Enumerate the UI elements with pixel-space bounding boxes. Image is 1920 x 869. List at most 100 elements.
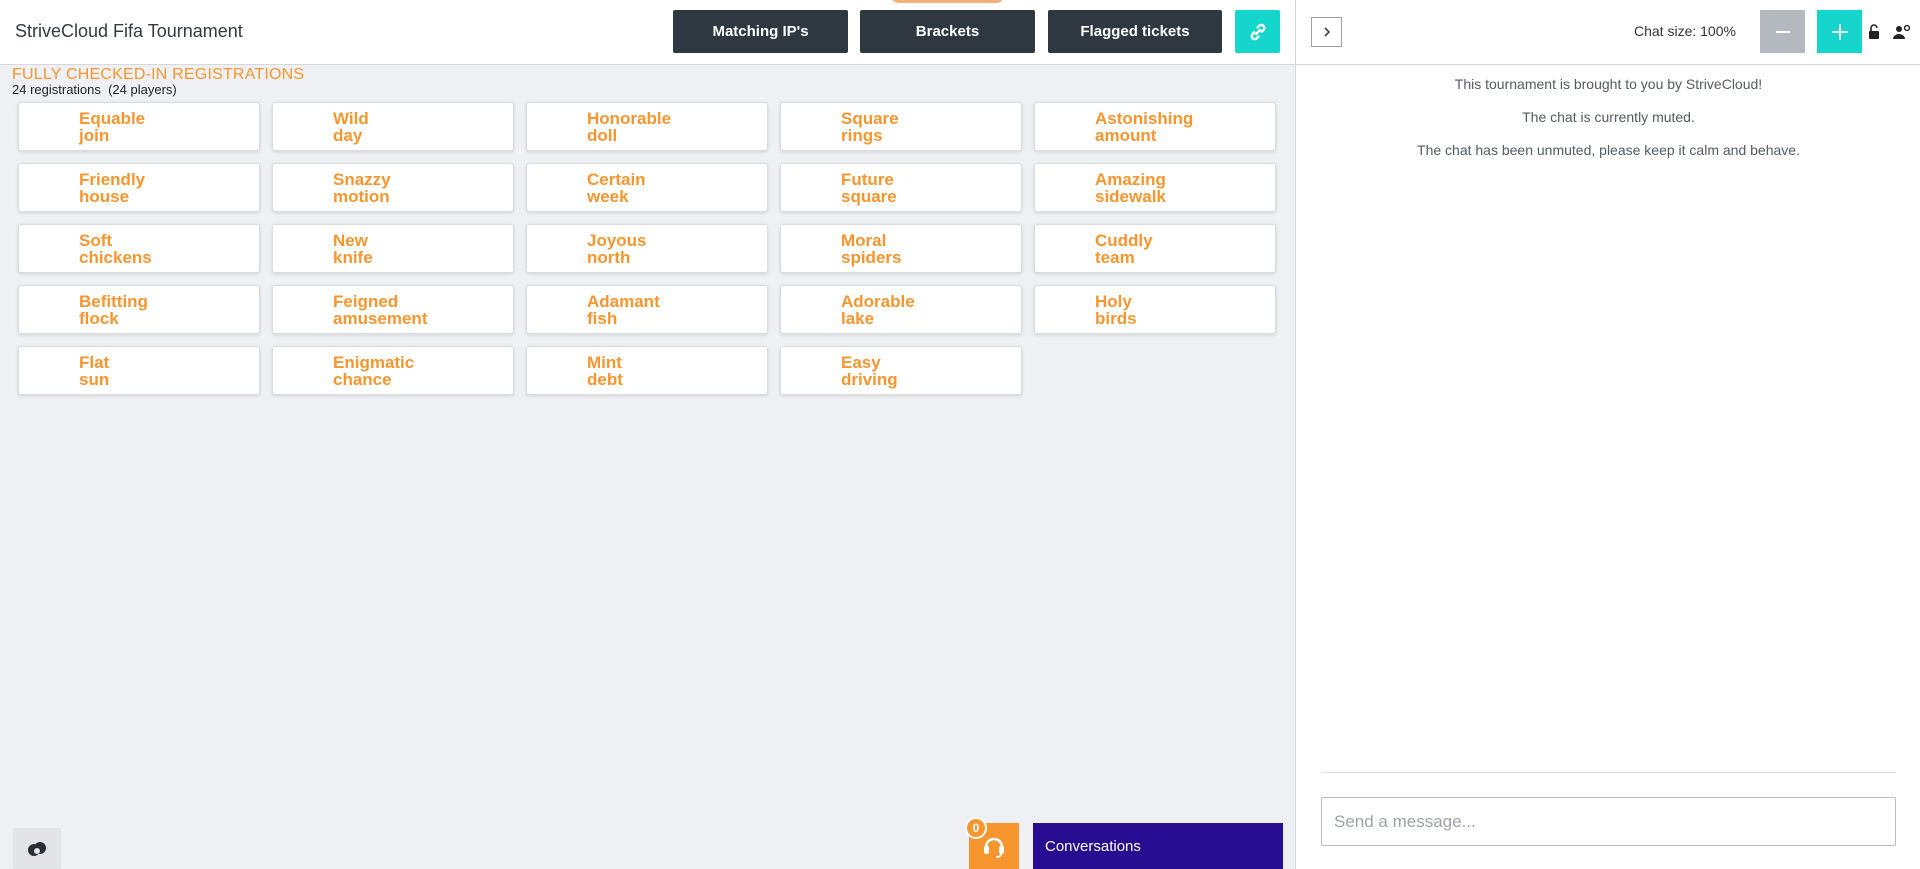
app-title: StriveCloud Fifa Tournament [15,21,243,41]
increase-chat-size-button[interactable] [1817,10,1862,53]
team-name-first: Honorable [587,108,672,128]
registration-card[interactable]: Wild day [272,102,514,151]
team-name-second: rings [841,125,883,145]
team-name-first: Easy [841,352,881,372]
registration-card[interactable]: Easy driving [780,346,1022,395]
team-name-first: Befitting [79,291,148,311]
team-name-second: day [333,125,363,145]
link-button[interactable] [1235,10,1280,53]
team-name: Amazing sidewalk [1095,171,1215,205]
team-name-first: Amazing [1095,169,1166,189]
registrations-count: 24 registrations (24 players) [12,82,177,97]
team-name-first: Soft [79,230,113,250]
chat-message: The chat has been unmuted, please keep i… [1417,142,1800,158]
registration-card[interactable]: Friendly house [18,163,260,212]
flagged-tickets-button[interactable]: Flagged tickets [1048,10,1222,53]
registration-card[interactable]: Equable join [18,102,260,151]
registration-card[interactable]: Joyous north [526,224,768,273]
team-name-second: chickens [79,247,152,267]
team-name-second: knife [333,247,373,267]
team-name: Joyous north [587,232,707,266]
registration-card[interactable]: Flat sun [18,346,260,395]
registration-card[interactable]: Square rings [780,102,1022,151]
team-name: Cuddly team [1095,232,1215,266]
team-name-first: Equable [79,108,146,128]
conversations-button[interactable]: Conversations [1033,823,1283,869]
registrations-grid: Equable join Wild day Honorable doll Square rin… [18,102,1278,395]
registration-card[interactable]: Mint debt [526,346,768,395]
registration-card[interactable]: Adamant fish [526,285,768,334]
team-name-second: amount [1095,125,1157,145]
team-name-second: doll [587,125,618,145]
registration-card[interactable]: Amazing sidewalk [1034,163,1276,212]
team-name-second: debt [587,369,623,389]
chat-message: The chat is currently muted. [1522,109,1695,125]
team-name-first: Cuddly [1095,230,1153,250]
registration-card[interactable]: Snazzy motion [272,163,514,212]
registration-card[interactable]: Befitting flock [18,285,260,334]
team-name: Feigned amusement [333,293,453,327]
team-name-second: chance [333,369,392,389]
chat-divider [1321,772,1896,773]
moon-icon [28,841,46,856]
registration-card[interactable]: Feigned amusement [272,285,514,334]
registration-card[interactable]: Soft chickens [18,224,260,273]
support-count-badge: 0 [965,817,987,839]
team-name-first: Feigned [333,291,399,311]
registration-card[interactable]: Future square [780,163,1022,212]
matching-ips-button[interactable]: Matching IP's [673,10,848,53]
team-name-first: Holy [1095,291,1132,311]
team-name-first: Astonishing [1095,108,1194,128]
team-name-second: amusement [333,308,428,328]
team-name-second: join [79,125,110,145]
team-name-first: Adamant [587,291,660,311]
team-name: Adamant fish [587,293,707,327]
team-name-first: Joyous [587,230,647,250]
collapse-chat-button[interactable] [1311,17,1342,47]
team-name-second: square [841,186,897,206]
team-name-first: Moral [841,230,887,250]
registration-card[interactable]: New knife [272,224,514,273]
brackets-button[interactable]: Brackets [860,10,1035,53]
decrease-chat-size-button[interactable] [1760,10,1805,53]
team-name: Mint debt [587,354,707,388]
team-name: New knife [333,232,453,266]
team-name-second: sun [79,369,110,389]
chat-panel: Chat size: 100% This tournament is broug… [1295,0,1920,869]
registration-card[interactable]: Holy birds [1034,285,1276,334]
team-name: Moral spiders [841,232,961,266]
team-name: Flat sun [79,354,199,388]
team-name-first: Certain [587,169,646,189]
plus-icon [1831,23,1848,40]
chat-message-input[interactable] [1321,797,1896,846]
team-name-first: Adorable [841,291,915,311]
team-name: Friendly house [79,171,199,205]
team-name-first: Flat [79,352,110,372]
registration-card[interactable]: Enigmatic chance [272,346,514,395]
team-name-second: north [587,247,631,267]
registration-card[interactable]: Certain week [526,163,768,212]
team-name: Enigmatic chance [333,354,453,388]
decorative-shape [890,0,1005,3]
unlock-icon [1869,24,1879,39]
team-name: Easy driving [841,354,961,388]
chat-messages: This tournament is brought to you by Str… [1296,74,1920,173]
team-name-first: Wild [333,108,369,128]
team-name-first: Snazzy [333,169,391,189]
registration-card[interactable]: Astonishing amount [1034,102,1276,151]
chevron-right-icon [1323,27,1330,37]
team-name-second: house [79,186,130,206]
registration-card[interactable]: Honorable doll [526,102,768,151]
team-name-first: Future [841,169,894,189]
registration-card[interactable]: Cuddly team [1034,224,1276,273]
chat-size-label: Chat size: 100% [1634,23,1736,39]
registration-card[interactable]: Moral spiders [780,224,1022,273]
team-name: Equable join [79,110,199,144]
team-name-first: Friendly [79,169,146,189]
registration-card[interactable]: Adorable lake [780,285,1022,334]
headset-icon [984,837,1004,858]
theme-toggle-button[interactable] [13,828,61,869]
team-name: Future square [841,171,961,205]
user-settings-button[interactable] [1890,21,1914,43]
unlock-chat-button[interactable] [1864,21,1884,43]
